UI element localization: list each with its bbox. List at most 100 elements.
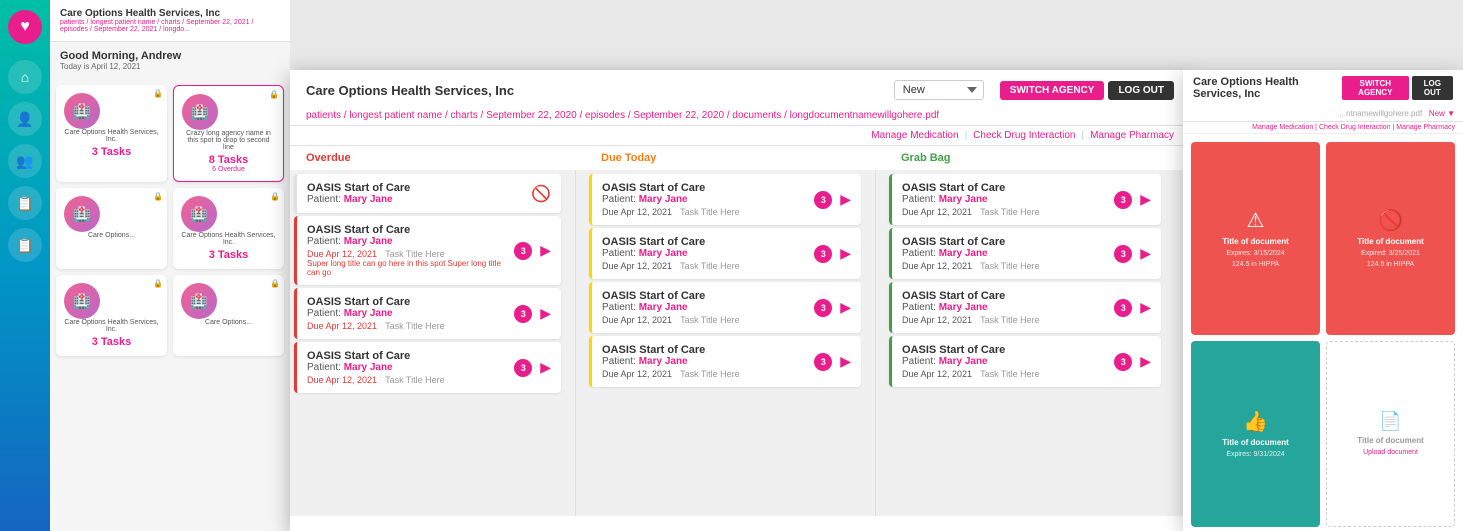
task-card-right: 3 ▶ (514, 242, 551, 260)
task-patient: Patient: Mary Jane (307, 194, 531, 205)
mobile-card-3[interactable]: 🔒 🏥 Care Options... (56, 188, 167, 269)
manage-medication-link[interactable]: Manage Medication (871, 130, 958, 141)
upload-label[interactable]: Upload document (1363, 449, 1418, 456)
sidebar-admin-icon[interactable]: 📋 (8, 228, 42, 262)
mobile-card-2[interactable]: 🔒 🏥 Crazy long agency name in this spot … (173, 85, 284, 182)
task-card-content: OASIS Start of Care Patient: Mary Jane D… (902, 344, 1114, 379)
task-card[interactable]: OASIS Start of Care Patient: Mary Jane D… (589, 336, 861, 387)
document-card-approved[interactable]: 👍 Title of document Expires: 9/31/2024 (1191, 341, 1320, 528)
task-badge: 3 (514, 359, 532, 377)
blocked-icon: 🚫 (1378, 208, 1403, 233)
task-card[interactable]: OASIS Start of Care Patient: Mary Jane D… (294, 216, 561, 285)
task-arrow-icon[interactable]: ▶ (840, 245, 851, 262)
task-due: Due Apr 12, 2021 (307, 321, 377, 331)
doc-expires-3: Expires: 9/31/2024 (1226, 451, 1284, 458)
mobile-card-6[interactable]: 🔒 🏥 Care Options... (173, 275, 284, 356)
task-title: OASIS Start of Care (602, 182, 814, 194)
header-top: Care Options Health Services, Inc New SW… (306, 80, 1174, 100)
task-card[interactable]: OASIS Start of Care Patient: Mary Jane D… (294, 288, 561, 339)
task-name: Task Title Here (680, 261, 740, 271)
task-meta: Due Apr 12, 2021 Task Title Here (902, 315, 1114, 325)
task-arrow-icon[interactable]: ▶ (1140, 245, 1151, 262)
mobile-card-4[interactable]: 🔒 🏥 Care Options Health Services, Inc. 3… (173, 188, 284, 269)
task-arrow-icon[interactable]: ▶ (540, 305, 551, 322)
task-badge: 3 (514, 305, 532, 323)
rp-breadcrumb: ...ntnamewillgohere.pdf (1339, 109, 1422, 118)
right-panel: Care Options Health Services, Inc SWITCH… (1183, 70, 1463, 531)
task-arrow-icon[interactable]: ▶ (540, 359, 551, 376)
task-card[interactable]: OASIS Start of Care Patient: Mary Jane D… (889, 174, 1161, 225)
rp-agency-title: Care Options Health Services, Inc (1193, 76, 1342, 100)
mobile-cards-grid: 🔒 🏥 Care Options Health Services, Inc. 3… (50, 79, 290, 362)
mobile-card-1[interactable]: 🔒 🏥 Care Options Health Services, Inc. 3… (56, 85, 167, 182)
task-card-right: 3 ▶ (514, 359, 551, 377)
task-meta: Due Apr 12, 2021 Task Title Here (602, 207, 814, 217)
rp-logout-button[interactable]: LOG OUT (1412, 76, 1453, 100)
task-due: Due Apr 12, 2021 (602, 207, 672, 217)
task-arrow-icon[interactable]: ▶ (840, 299, 851, 316)
task-card[interactable]: OASIS Start of Care Patient: Mary Jane D… (889, 228, 1161, 279)
task-meta: Due Apr 12, 2021 Task Title Here (902, 261, 1114, 271)
task-patient: Patient: Mary Jane (307, 236, 514, 247)
check-drug-link[interactable]: Check Drug Interaction (973, 130, 1075, 141)
task-arrow-icon[interactable]: ▶ (840, 191, 851, 208)
task-meta: Due Apr 12, 2021 Task Title Here (307, 321, 514, 331)
due-today-column: OASIS Start of Care Patient: Mary Jane D… (585, 170, 865, 516)
switch-agency-button[interactable]: SWITCH AGENCY (1000, 81, 1105, 100)
task-name: Task Title Here (980, 315, 1040, 325)
task-due: Due Apr 12, 2021 (307, 375, 377, 385)
task-due: Due Apr 12, 2021 (307, 249, 377, 259)
card-label-4: Care Options Health Services, Inc. (181, 232, 276, 246)
task-card[interactable]: OASIS Start of Care Patient: Mary Jane D… (589, 228, 861, 279)
lock-icon-1: 🔒 (153, 89, 163, 98)
task-arrow-icon[interactable]: ▶ (1140, 299, 1151, 316)
task-card-right: 🚫 (531, 184, 551, 204)
mobile-card-5[interactable]: 🔒 🏥 Care Options Health Services, Inc. 3… (56, 275, 167, 356)
card-label-5: Care Options Health Services, Inc. (64, 319, 159, 333)
task-card[interactable]: OASIS Start of Care Patient: Mary Jane D… (889, 282, 1161, 333)
rp-manage-bar: Manage Medication | Check Drug Interacti… (1183, 122, 1463, 134)
task-long-title: Super long title can go here in this spo… (307, 259, 514, 277)
task-arrow-icon[interactable]: ▶ (540, 242, 551, 259)
task-card[interactable]: OASIS Start of Care Patient: Mary Jane 🚫 (294, 174, 561, 213)
task-name: Task Title Here (385, 321, 445, 331)
task-badge: 3 (814, 353, 832, 371)
sidebar-chart-icon[interactable]: 📋 (8, 186, 42, 220)
task-badge: 3 (814, 245, 832, 263)
task-card[interactable]: OASIS Start of Care Patient: Mary Jane D… (889, 336, 1161, 387)
task-badge: 3 (514, 242, 532, 260)
task-name: Task Title Here (385, 249, 445, 259)
task-arrow-icon[interactable]: ▶ (1140, 353, 1151, 370)
manage-pharmacy-link[interactable]: Manage Pharmacy (1090, 130, 1174, 141)
sidebar-nav: ♥ ⌂ 👤 👥 📋 📋 (0, 0, 50, 531)
task-badge: 3 (814, 299, 832, 317)
rp-header-row: Care Options Health Services, Inc SWITCH… (1183, 70, 1463, 106)
task-due: Due Apr 12, 2021 (602, 315, 672, 325)
task-card[interactable]: OASIS Start of Care Patient: Mary Jane D… (589, 174, 861, 225)
task-meta: Due Apr 12, 2021 Task Title Here (307, 375, 514, 385)
sidebar-user-icon[interactable]: 👤 (8, 102, 42, 136)
due-today-header: Due Today (601, 152, 881, 164)
task-card[interactable]: OASIS Start of Care Patient: Mary Jane D… (589, 282, 861, 333)
task-card-right: 3 ▶ (1114, 191, 1151, 209)
task-title: OASIS Start of Care (602, 290, 814, 302)
card-label-2: Crazy long agency name in this spot to d… (182, 130, 275, 151)
rp-switch-agency-button[interactable]: SWITCH AGENCY (1342, 76, 1409, 100)
lock-icon-4: 🔒 (270, 192, 280, 201)
sep-1: | (965, 130, 968, 141)
task-arrow-icon[interactable]: ▶ (840, 353, 851, 370)
task-arrow-icon[interactable]: ▶ (1140, 191, 1151, 208)
sidebar-home-icon[interactable]: ⌂ (8, 60, 42, 94)
new-select[interactable]: New (894, 80, 984, 100)
manage-links: Manage Medication | Check Drug Interacti… (290, 126, 1190, 146)
logout-button[interactable]: LOG OUT (1108, 81, 1174, 100)
mobile-date: Today is April 12, 2021 (60, 62, 280, 71)
sidebar-group-icon[interactable]: 👥 (8, 144, 42, 178)
document-card-warning[interactable]: ⚠ Title of document Expires: 3/15/2024 1… (1191, 142, 1320, 335)
task-card[interactable]: OASIS Start of Care Patient: Mary Jane D… (294, 342, 561, 393)
breadcrumb-bar: patients / longest patient name / charts… (306, 106, 1174, 125)
document-card-upload[interactable]: 📄 Title of document Upload document (1326, 341, 1455, 528)
task-due: Due Apr 12, 2021 (602, 261, 672, 271)
document-card-blocked[interactable]: 🚫 Title of document Expired: 3/25/2021 1… (1326, 142, 1455, 335)
sidebar-heart-icon[interactable]: ♥ (8, 10, 42, 44)
